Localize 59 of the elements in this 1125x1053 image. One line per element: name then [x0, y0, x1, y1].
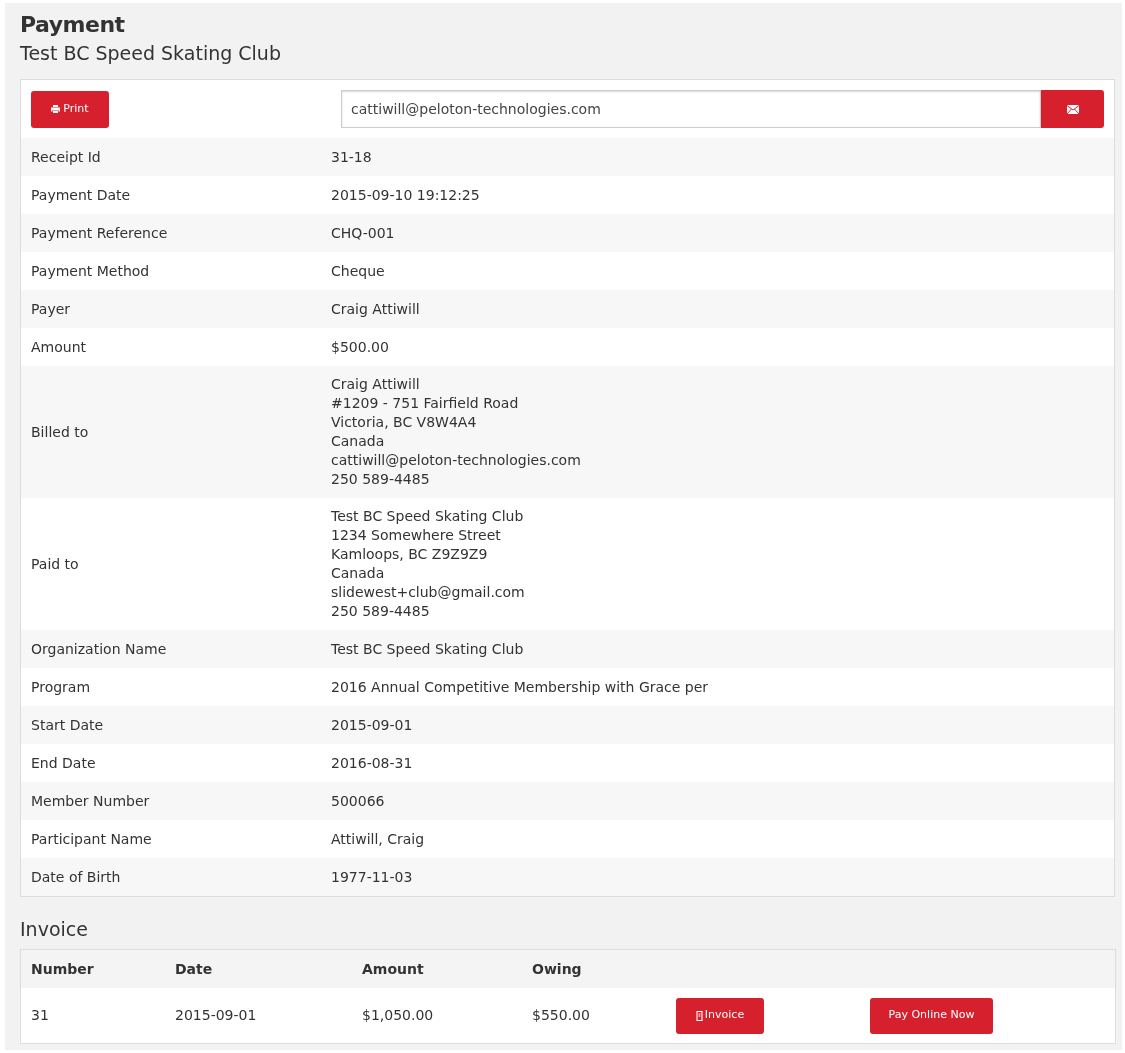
table-cell: $1,050.00	[362, 1007, 434, 1023]
field-value: 31-18	[331, 147, 372, 167]
printer-icon	[51, 105, 61, 113]
field-value: Craig Attiwill	[331, 299, 420, 319]
field-value: 1234 Somewhere Street	[331, 526, 502, 545]
table-cell: $550.00	[532, 1007, 590, 1023]
field-label: Program	[30, 677, 92, 697]
field-value: 500066	[331, 791, 385, 811]
column-header: Owing	[532, 960, 582, 977]
field-label: Payer	[30, 299, 72, 319]
field-label: Member Number	[30, 791, 151, 811]
column-header: Date	[175, 960, 213, 977]
field-label: Billed to	[30, 422, 90, 442]
page-title: Payment	[20, 11, 126, 39]
field-label: Paid to	[30, 554, 80, 574]
print-button[interactable]: Print	[31, 90, 109, 128]
mail-icon	[1066, 104, 1079, 114]
table-cell: 2015-09-01	[175, 1007, 257, 1023]
field-value: cattiwill@peloton-technologies.com	[331, 451, 581, 470]
field-label: Date of Birth	[30, 867, 122, 887]
field-label: Participant Name	[30, 829, 153, 849]
field-value: Kamloops, BC Z9Z9Z9	[331, 545, 489, 564]
field-value: 2015-09-10 19:12:25	[331, 185, 480, 205]
field-value: Craig Attiwill	[331, 375, 421, 394]
field-value: Test BC Speed Skating Club	[331, 639, 524, 659]
field-value: Test BC Speed Skating Club	[331, 507, 525, 526]
field-value: $500.00	[331, 337, 389, 357]
field-value: Cheque	[331, 261, 385, 281]
pay-online-button[interactable]: Pay Online Now	[870, 997, 993, 1034]
invoice-button[interactable]: Invoice	[676, 997, 764, 1034]
field-label: Organization Name	[30, 639, 168, 659]
field-value: 2015-09-01	[331, 715, 413, 735]
field-value: CHQ-001	[331, 223, 395, 243]
field-label: Receipt Id	[30, 147, 102, 167]
field-value: 2016 Annual Competitive Membership with Grace per	[331, 677, 709, 697]
field-value: 250 589-4485	[331, 470, 431, 489]
field-value: slidewest+club@gmail.com	[331, 583, 525, 602]
invoice-heading: Invoice	[20, 917, 89, 941]
send-email-button[interactable]	[1041, 90, 1104, 128]
field-value: Attiwill, Craig	[331, 829, 425, 849]
field-label: Amount	[30, 337, 87, 357]
field-label: Payment Date	[30, 185, 132, 205]
field-value: Canada	[331, 564, 386, 583]
column-header: Number	[31, 960, 94, 977]
field-value: #1209 - 751 Fairfield Road	[331, 394, 520, 413]
field-label: Payment Method	[30, 261, 151, 281]
field-value: Victoria, BC V8W4A4	[331, 413, 478, 432]
field-value: Canada	[331, 432, 386, 451]
column-header: Amount	[362, 960, 424, 977]
email-field[interactable]: cattiwill@peloton-technologies.com	[341, 90, 1041, 128]
field-value: 1977-11-03	[331, 867, 413, 887]
document-icon	[695, 1010, 703, 1021]
field-value: 250 589-4485	[331, 602, 431, 621]
field-value: 2016-08-31	[331, 753, 413, 773]
page-subtitle: Test BC Speed Skating Club	[20, 41, 282, 65]
field-label: Start Date	[30, 715, 105, 735]
field-label: End Date	[30, 753, 97, 773]
table-cell: 31	[31, 1007, 49, 1023]
field-label: Payment Reference	[30, 223, 169, 243]
